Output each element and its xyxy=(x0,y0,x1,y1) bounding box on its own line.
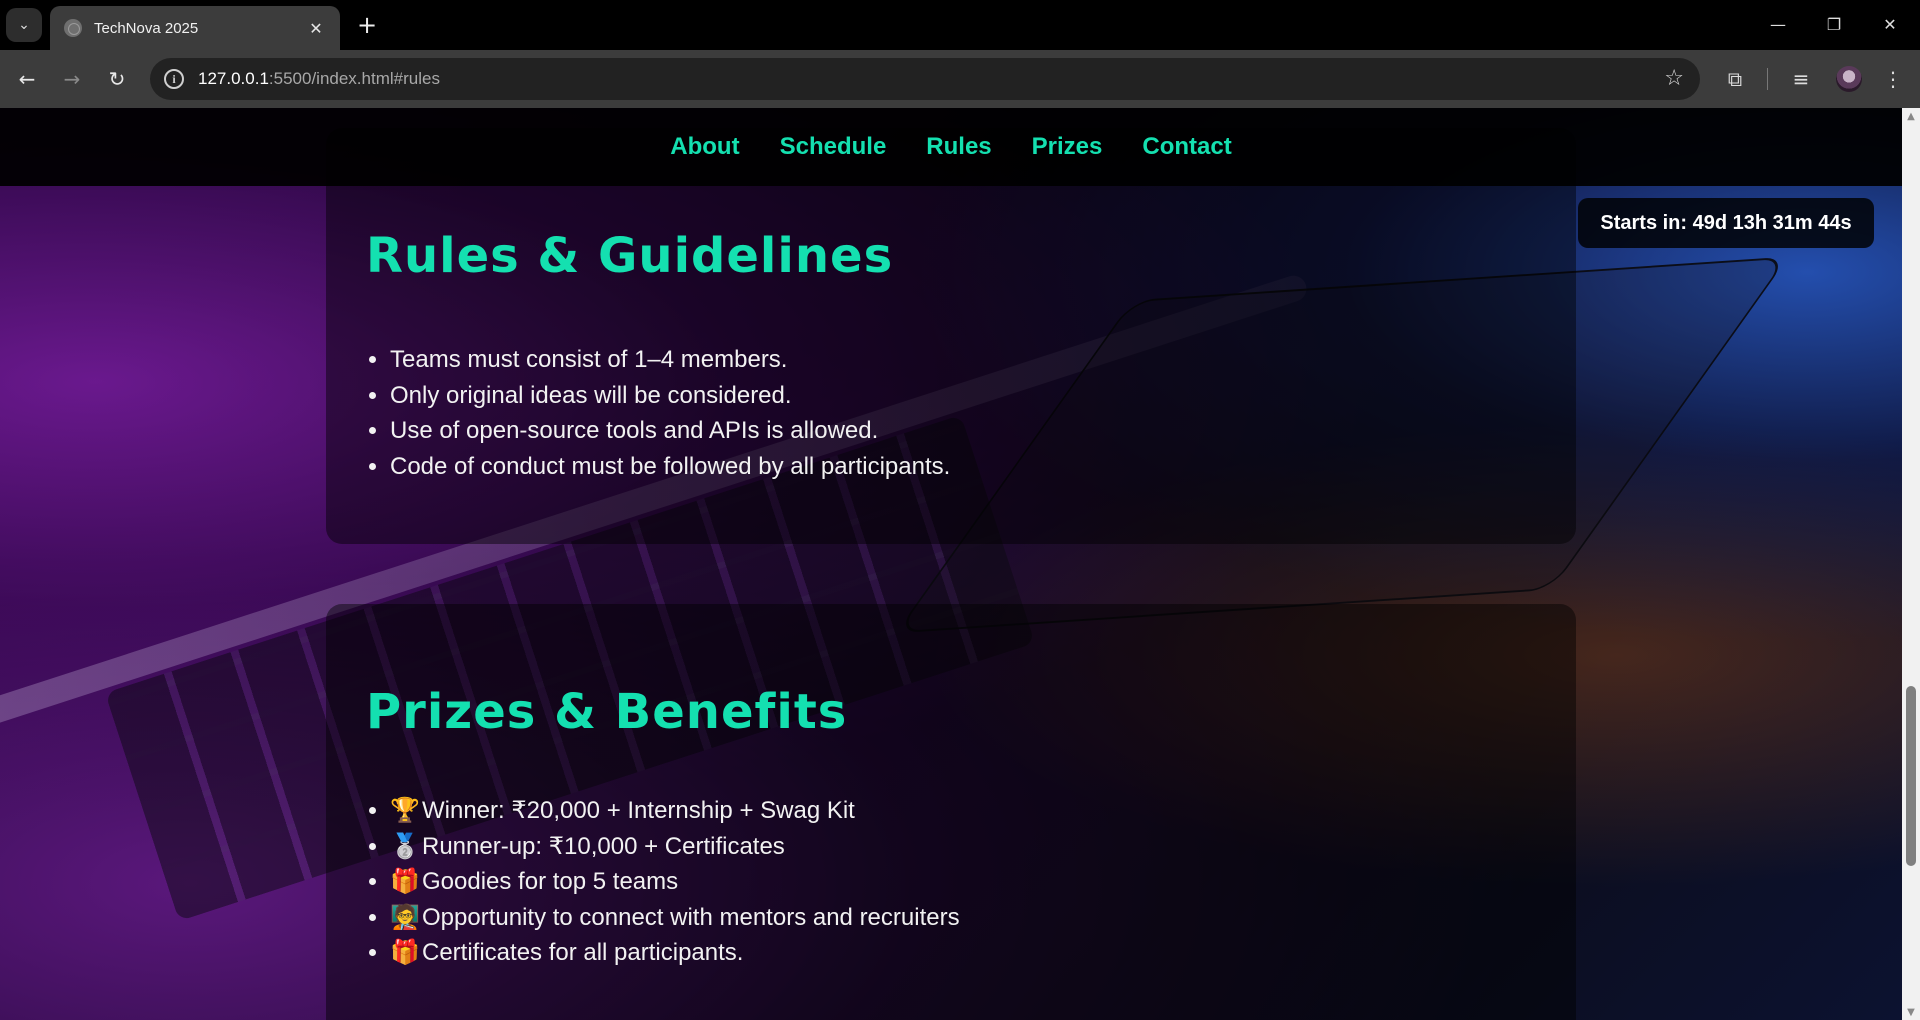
reload-button[interactable]: ↻ xyxy=(100,62,134,96)
restore-button[interactable]: ❐ xyxy=(1814,8,1854,40)
reload-icon: ↻ xyxy=(108,67,126,91)
list-item: Teams must consist of 1–4 members. xyxy=(390,342,950,378)
close-icon[interactable]: ✕ xyxy=(306,18,326,38)
tab-bar: ⌄ TechNova 2025 ✕ + — ❐ ✕ xyxy=(0,0,1920,50)
prizes-section: Prizes & Benefits 🏆Winner: ₹20,000 + Int… xyxy=(326,604,1576,1020)
prize-text: Winner: ₹20,000 + Internship + Swag Kit xyxy=(422,797,855,824)
toolbar-divider xyxy=(1767,68,1768,90)
nav-link-contact[interactable]: Contact xyxy=(1142,133,1231,161)
browser-toolbar: ← → ↻ i 127.0.0.1:5500/index.html#rules … xyxy=(0,50,1920,108)
scrollbar-thumb[interactable] xyxy=(1906,686,1916,866)
scroll-down-arrow-icon[interactable]: ▼ xyxy=(1902,1004,1920,1020)
scroll-up-arrow-icon[interactable]: ▲ xyxy=(1902,108,1920,124)
trophy-icon: 🏆 xyxy=(390,797,420,824)
close-icon: ✕ xyxy=(1883,14,1897,34)
list-item: 🧑‍🏫Opportunity to connect with mentors a… xyxy=(390,900,960,936)
back-button[interactable]: ← xyxy=(10,62,44,96)
forward-button[interactable]: → xyxy=(55,62,89,96)
rules-title: Rules & Guidelines xyxy=(366,228,894,284)
address-bar[interactable]: i 127.0.0.1:5500/index.html#rules ☆ xyxy=(150,58,1700,100)
info-icon[interactable]: i xyxy=(164,69,184,89)
prize-text: Goodies for top 5 teams xyxy=(422,868,679,895)
rules-list: Teams must consist of 1–4 members. Only … xyxy=(366,342,950,484)
medal-icon: 🥈 xyxy=(390,832,420,860)
gift-icon: 🎁 xyxy=(390,939,420,966)
avatar[interactable] xyxy=(1836,66,1862,92)
minimize-icon: — xyxy=(1770,14,1786,34)
tab-search-button[interactable]: ⌄ xyxy=(6,8,42,42)
prize-text: Opportunity to connect with mentors and … xyxy=(422,903,960,931)
extensions-icon[interactable]: ⧉ xyxy=(1718,62,1752,96)
list-item: Only original ideas will be considered. xyxy=(390,378,950,414)
site-nav: About Schedule Rules Prizes Contact xyxy=(0,108,1902,186)
close-window-button[interactable]: ✕ xyxy=(1870,8,1910,40)
menu-icon[interactable]: ⋮ xyxy=(1876,62,1910,96)
countdown-badge: Starts in: 49d 13h 31m 44s xyxy=(1578,198,1874,248)
list-item: Code of conduct must be followed by all … xyxy=(390,449,950,485)
mentor-icon: 🧑‍🏫 xyxy=(390,903,420,931)
gift-icon: 🎁 xyxy=(390,868,420,895)
list-item: Use of open-source tools and APIs is all… xyxy=(390,413,950,449)
nav-link-about[interactable]: About xyxy=(670,133,739,161)
list-item: 🏆Winner: ₹20,000 + Internship + Swag Kit xyxy=(390,793,960,829)
tab-title: TechNova 2025 xyxy=(94,19,199,37)
star-icon[interactable]: ☆ xyxy=(1664,66,1684,91)
list-item: 🎁Goodies for top 5 teams xyxy=(390,864,960,900)
list-item: 🥈Runner-up: ₹10,000 + Certificates xyxy=(390,829,960,865)
globe-icon xyxy=(64,19,82,37)
prizes-title: Prizes & Benefits xyxy=(366,684,848,740)
nav-link-prizes[interactable]: Prizes xyxy=(1032,133,1103,161)
prize-text: Runner-up: ₹10,000 + Certificates xyxy=(422,832,785,860)
nav-link-schedule[interactable]: Schedule xyxy=(780,133,887,161)
chevron-down-icon: ⌄ xyxy=(18,17,30,33)
prizes-list: 🏆Winner: ₹20,000 + Internship + Swag Kit… xyxy=(366,793,960,971)
rules-section: Rules & Guidelines Teams must consist of… xyxy=(326,128,1576,544)
prize-text: Certificates for all participants. xyxy=(422,939,744,966)
plus-icon: + xyxy=(356,11,378,39)
minimize-button[interactable]: — xyxy=(1758,8,1798,40)
list-item: 🎁Certificates for all participants. xyxy=(390,935,960,971)
arrow-left-icon: ← xyxy=(18,67,36,91)
restore-icon: ❐ xyxy=(1826,14,1842,34)
new-tab-button[interactable]: + xyxy=(352,10,382,40)
arrow-right-icon: → xyxy=(63,67,81,91)
url-text[interactable]: 127.0.0.1:5500/index.html#rules xyxy=(198,69,440,89)
page-scrollbar[interactable]: ▲ ▼ xyxy=(1902,108,1920,1020)
url-path: :5500/index.html#rules xyxy=(268,69,440,88)
media-control-icon[interactable]: ≡ xyxy=(1784,62,1818,96)
browser-tab[interactable]: TechNova 2025 ✕ xyxy=(50,6,340,50)
nav-link-rules[interactable]: Rules xyxy=(926,133,991,161)
url-host: 127.0.0.1 xyxy=(198,69,269,88)
page-viewport: About Schedule Rules Prizes Contact Star… xyxy=(0,108,1902,1020)
